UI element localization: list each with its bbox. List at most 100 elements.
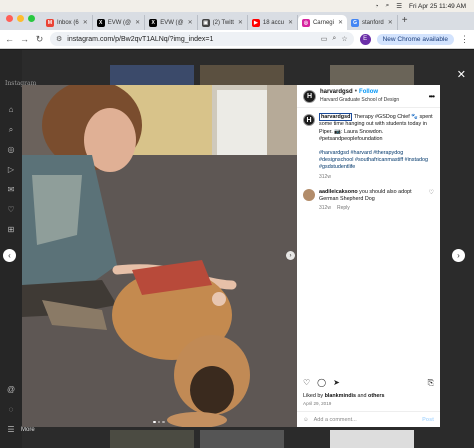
forward-arrow-icon[interactable]: → [20, 34, 29, 44]
background-grid-image [110, 430, 194, 448]
address-bar[interactable]: ⚙ instagram.com/p/Bw2qvT1ALNq/?img_index… [50, 32, 354, 46]
liked-prefix: Liked by [303, 393, 325, 399]
back-arrow-icon[interactable]: ← [5, 34, 14, 44]
post-photo[interactable]: › [22, 85, 297, 427]
likes-summary: Liked by blankmindis and others [303, 393, 385, 399]
post-actions: ♡ ◯ ➤ ⎘ [303, 378, 434, 388]
liked-user[interactable]: blankmindis [325, 393, 356, 399]
home-icon[interactable]: ⌂ [6, 105, 16, 115]
post-date: April 29, 2019 [303, 401, 332, 406]
tab-twitter[interactable]: ▣ (2) Twitt ✕ [198, 15, 248, 30]
like-comment-heart-icon[interactable]: ♡ [429, 189, 434, 212]
explore-icon[interactable]: ◎ [6, 145, 16, 155]
close-tab-icon[interactable]: ✕ [135, 19, 140, 26]
tab-label: Inbox (6 [57, 19, 79, 26]
comment-bubble-icon[interactable]: ◯ [317, 378, 326, 388]
add-comment-input[interactable]: Add a comment... [314, 417, 357, 423]
background-grid-image [200, 65, 284, 85]
tab-youtube[interactable]: ▶ 18 accu ✕ [248, 15, 298, 30]
author-avatar[interactable]: H [303, 89, 316, 103]
post-caption: H harvardgsd Therapy #GSDog Chief 🐾 spen… [297, 108, 440, 181]
emoji-icon[interactable]: ☺ [303, 417, 309, 423]
follow-button[interactable]: Follow [359, 89, 378, 95]
close-tab-icon[interactable]: ✕ [238, 19, 243, 26]
new-tab-icon[interactable]: + [398, 15, 412, 28]
cast-icon[interactable]: ▭ [321, 35, 328, 43]
author-subtitle: Harvard Graduate School of Design [320, 97, 400, 103]
threads-icon[interactable]: @ [6, 385, 16, 395]
more-menu-icon[interactable]: ☰ [6, 425, 16, 435]
window-controls [0, 15, 42, 27]
meta-icon[interactable]: ◌ [6, 405, 16, 415]
tab-x-1[interactable]: X EVW (@ ✕ [93, 15, 146, 30]
close-window-icon[interactable] [6, 15, 13, 22]
carousel-indicator [153, 420, 165, 423]
caption-time: 312w [319, 173, 331, 180]
author-username[interactable]: harvardgsd [320, 89, 353, 95]
share-send-icon[interactable]: ➤ [333, 378, 340, 388]
minimize-window-icon[interactable] [17, 15, 24, 22]
liked-others[interactable]: others [368, 393, 384, 399]
profile-avatar[interactable]: E [359, 33, 371, 45]
tab-label: EVW (@ [160, 19, 184, 26]
spotlight-search-icon[interactable]: ⌕ [386, 2, 390, 10]
create-icon[interactable]: ⊞ [6, 225, 16, 235]
new-chrome-available-button[interactable]: New Chrome available [376, 33, 454, 45]
close-tab-icon[interactable]: ✕ [83, 19, 88, 26]
google-icon: G [351, 18, 360, 27]
menubar-clock[interactable]: Fri Apr 25 11:49 AM [409, 3, 466, 10]
close-tab-icon[interactable]: ✕ [288, 19, 293, 26]
more-label[interactable]: More [21, 427, 35, 433]
site-info-icon[interactable]: ⚙ [56, 35, 62, 43]
notifications-heart-icon[interactable]: ♡ [6, 205, 16, 215]
post-comment-button[interactable]: Post [422, 417, 434, 423]
x-icon: X [149, 18, 158, 27]
commenter-avatar[interactable] [303, 189, 315, 202]
url-text[interactable]: instagram.com/p/Bw2qvT1ALNq/?img_index=1 [67, 36, 213, 43]
caption-avatar[interactable]: H [303, 114, 315, 126]
liked-and: and [356, 393, 369, 399]
close-modal-icon[interactable]: ✕ [457, 68, 466, 81]
control-center-icon[interactable]: ☰ [396, 2, 402, 10]
previous-post-arrow-icon[interactable]: ‹ [3, 249, 16, 262]
bookmark-star-icon[interactable]: ☆ [341, 35, 347, 43]
comment-time: 312w [319, 205, 331, 212]
close-tab-icon[interactable]: ✕ [338, 19, 343, 26]
save-bookmark-icon[interactable]: ⎘ [428, 378, 434, 388]
caption-username[interactable]: harvardgsd [319, 113, 353, 121]
tab-instagram[interactable]: ◎ Carnegi ✕ [297, 15, 348, 30]
youtube-icon: ▶ [251, 18, 260, 27]
instagram-icon: ◎ [301, 18, 310, 27]
next-post-arrow-icon[interactable]: › [452, 249, 465, 262]
tab-gmail[interactable]: M Inbox (6 ✕ [42, 15, 93, 30]
caption-text: harvardgsd Therapy #GSDog Chief 🐾 spent … [319, 113, 434, 181]
close-tab-icon[interactable]: ✕ [388, 19, 393, 26]
comment-item: aadileicaksono you should also adopt Ger… [297, 181, 440, 212]
tab-label: 18 accu [262, 19, 284, 26]
messages-icon[interactable]: ✉ [6, 185, 16, 195]
tab-x-2[interactable]: X EVW (@ ✕ [145, 15, 198, 30]
search-icon[interactable]: ⌕ [6, 125, 16, 135]
post-header: H harvardgsd • Follow Harvard Graduate S… [297, 85, 440, 108]
comment-text: aadileicaksono you should also adopt Ger… [319, 189, 425, 212]
more-options-icon[interactable]: ••• [429, 92, 435, 101]
reply-button[interactable]: Reply [337, 205, 350, 212]
gmail-icon: M [46, 18, 54, 27]
caption-hashtags[interactable]: #harvardgsd #harvard #therapydog #design… [319, 150, 434, 172]
reload-icon[interactable]: ↻ [35, 34, 44, 45]
tab-label: stanford [362, 19, 384, 26]
reels-icon[interactable]: ▷ [6, 165, 16, 175]
background-grid-image [200, 430, 284, 448]
zoom-window-icon[interactable] [28, 15, 35, 22]
close-tab-icon[interactable]: ✕ [188, 19, 193, 26]
chrome-menu-icon[interactable]: ⋮ [460, 34, 469, 45]
wifi-icon[interactable]: ◔ [375, 3, 379, 10]
commenter-username[interactable]: aadileicaksono [319, 189, 358, 195]
macos-menubar: ◔ ⌕ ☰ Fri Apr 25 11:49 AM [0, 0, 474, 12]
next-photo-arrow-icon[interactable]: › [286, 251, 295, 260]
post-header-text: harvardgsd • Follow Harvard Graduate Sch… [320, 88, 425, 104]
like-heart-icon[interactable]: ♡ [303, 378, 310, 388]
zoom-icon[interactable]: ⌕ [332, 35, 336, 43]
dog-photo-illustration [22, 85, 297, 427]
tab-google[interactable]: G stanford ✕ [347, 15, 398, 30]
